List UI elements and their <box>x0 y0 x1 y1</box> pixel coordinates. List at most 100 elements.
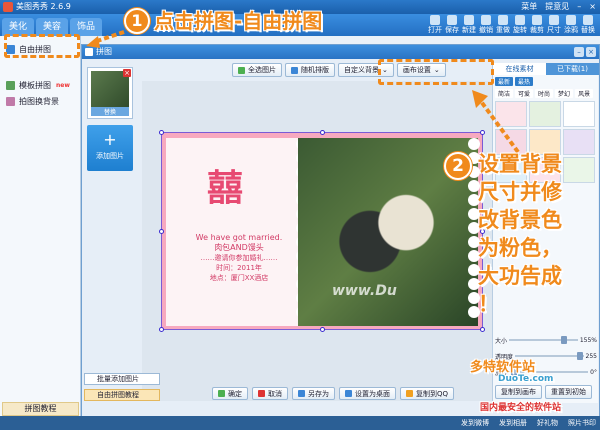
step1-arrow-icon <box>86 30 125 48</box>
step1-highlight <box>4 34 80 58</box>
toolbar-button[interactable]: 尺寸 <box>546 14 562 36</box>
save-as-button[interactable]: 另存为 <box>292 387 335 400</box>
save-icon <box>298 390 305 397</box>
feedback-link[interactable]: 提意见 <box>545 0 569 14</box>
image-thumbnail[interactable]: × 替换 <box>87 67 133 119</box>
toolbar-button[interactable]: 替换 <box>580 14 596 36</box>
toolbar-button[interactable]: 裁剪 <box>529 14 545 36</box>
app-title: 美图秀秀 2.6.9 <box>16 2 71 11</box>
slider-value: 255 <box>585 352 597 360</box>
add-image-button[interactable]: + 添加图片 <box>87 125 133 171</box>
toolbar-button[interactable]: 撤销 <box>478 14 494 36</box>
toolbar-button[interactable]: 涂鸦 <box>563 14 579 36</box>
step1-text: 点击拼图-自由拼图 <box>154 9 323 33</box>
slider-knob[interactable] <box>576 352 583 360</box>
step2-text-line: 大功告成 <box>478 264 562 288</box>
site-watermark: 多特软件站 <box>470 360 536 375</box>
replace-label[interactable]: 替换 <box>91 107 129 116</box>
material-thumb[interactable] <box>529 101 561 127</box>
watermark: www.Du <box>332 283 397 299</box>
invite-line-4: 时间：2011年 <box>216 264 262 272</box>
site-slogan: 国内最安全的软件站 <box>480 403 562 413</box>
resize-handle[interactable] <box>159 229 164 234</box>
step2-text-line: 改背景色 <box>478 208 562 232</box>
status-link[interactable]: 发到相册 <box>499 416 527 430</box>
remove-image-icon[interactable]: × <box>123 69 131 77</box>
filter-hottest[interactable]: 最热 <box>515 77 534 86</box>
collage-canvas[interactable]: 囍 We have got married. 肉包AND馒头 ……邀请你参加婚礼… <box>159 130 485 332</box>
step2-highlight <box>378 59 494 85</box>
slider-track[interactable] <box>509 336 578 344</box>
slider-row: 大小 155% <box>495 335 597 345</box>
resize-handle[interactable] <box>320 130 325 135</box>
tool-icon <box>566 15 576 25</box>
close-icon[interactable]: × <box>589 0 596 14</box>
window-minimize-icon[interactable]: – <box>574 47 584 57</box>
material-thumb[interactable] <box>563 129 595 155</box>
category-filter[interactable]: 风景 <box>575 89 594 98</box>
resize-handle[interactable] <box>159 130 164 135</box>
tool-icon <box>481 15 491 25</box>
tool-icon <box>447 15 457 25</box>
slider-knob[interactable] <box>561 336 568 344</box>
invite-line-2: 肉包AND馒头 <box>214 243 264 252</box>
window-close-icon[interactable]: × <box>586 47 596 57</box>
set-desktop-button[interactable]: 设置为桌面 <box>339 387 396 400</box>
check-icon <box>238 66 245 74</box>
sidebar-item-label: 模板拼图 <box>19 80 51 90</box>
step2-text-line: ！ <box>478 292 499 316</box>
toolbar-button[interactable]: 旋转 <box>512 14 528 36</box>
toolbar-button[interactable]: 保存 <box>444 14 460 36</box>
invite-line-5: 地点：厦门XX酒店 <box>209 274 269 282</box>
copy-to-canvas-button[interactable]: 复制到画布 <box>495 385 542 399</box>
menu-link[interactable]: 菜单 <box>521 0 537 14</box>
double-happiness-icon: 囍 <box>206 168 243 209</box>
toolbar-button[interactable]: 重做 <box>495 14 511 36</box>
action-row: 确定 取消 另存为 设置为桌面 复制到QQ <box>212 387 455 400</box>
status-link[interactable]: 照片书印 <box>568 416 596 430</box>
status-link[interactable]: 发到微博 <box>461 416 489 430</box>
cancel-icon <box>258 390 265 397</box>
collage-tutorial-link[interactable]: 拼图教程 <box>2 402 79 416</box>
sidebar-item-template-collage[interactable]: 模板拼图 new <box>6 78 70 92</box>
category-filter[interactable]: 梦幻 <box>555 89 574 98</box>
sidebar-item-label: 拍图换背景 <box>19 96 59 106</box>
resize-handle[interactable] <box>480 327 485 332</box>
invite-line-1: We have got married. <box>195 233 283 242</box>
step2-text-line: 设置背景 <box>478 152 562 176</box>
site-watermark-domain: DuoTe.com <box>498 374 554 384</box>
tab-downloaded[interactable]: 已下载(1) <box>546 63 599 75</box>
tab-online-material[interactable]: 在线素材 <box>493 63 546 75</box>
step2-badge: 2 <box>444 152 472 180</box>
tool-icon <box>515 15 525 25</box>
batch-add-images-button[interactable]: 批量添加图片 <box>84 373 160 385</box>
ok-button[interactable]: 确定 <box>212 387 248 400</box>
new-badge: new <box>56 81 70 89</box>
invite-line-3: ……邀请你参加婚礼…… <box>200 254 278 262</box>
invitation-card[interactable]: 囍 We have got married. 肉包AND馒头 ……邀请你参加婚礼… <box>166 138 306 326</box>
free-collage-tutorial-button[interactable]: 自由拼图教程 <box>84 389 160 401</box>
copy-to-qq-button[interactable]: 复制到QQ <box>400 387 455 400</box>
material-thumb[interactable] <box>563 157 595 183</box>
slider-value: 0° <box>590 368 597 376</box>
desktop-icon <box>345 390 352 397</box>
filter-newest[interactable]: 最新 <box>495 77 514 86</box>
tool-icon <box>532 15 542 25</box>
app-logo-icon <box>3 2 13 12</box>
status-link[interactable]: 好礼物 <box>537 416 558 430</box>
step2-text-line: 为粉色， <box>478 236 562 260</box>
random-layout-button[interactable]: 随机排版 <box>285 63 335 77</box>
toolbar-button[interactable]: 打开 <box>427 14 443 36</box>
reset-button[interactable]: 重置到初始 <box>545 385 592 399</box>
shuffle-icon <box>291 66 298 74</box>
step2-text: 设置背景 尺寸并修 改背景色 为粉色， 大功告成 ！ <box>478 150 562 318</box>
toolbar-button[interactable]: 新建 <box>461 14 477 36</box>
select-all-button[interactable]: 全选图片 <box>232 63 282 77</box>
category-filter[interactable]: 时尚 <box>535 89 554 98</box>
minimize-icon[interactable]: – <box>577 0 581 14</box>
material-thumb[interactable] <box>563 101 595 127</box>
cancel-button[interactable]: 取消 <box>252 387 288 400</box>
sidebar-item-bg-swap[interactable]: 拍图换背景 <box>6 94 59 108</box>
resize-handle[interactable] <box>320 327 325 332</box>
resize-handle[interactable] <box>159 327 164 332</box>
